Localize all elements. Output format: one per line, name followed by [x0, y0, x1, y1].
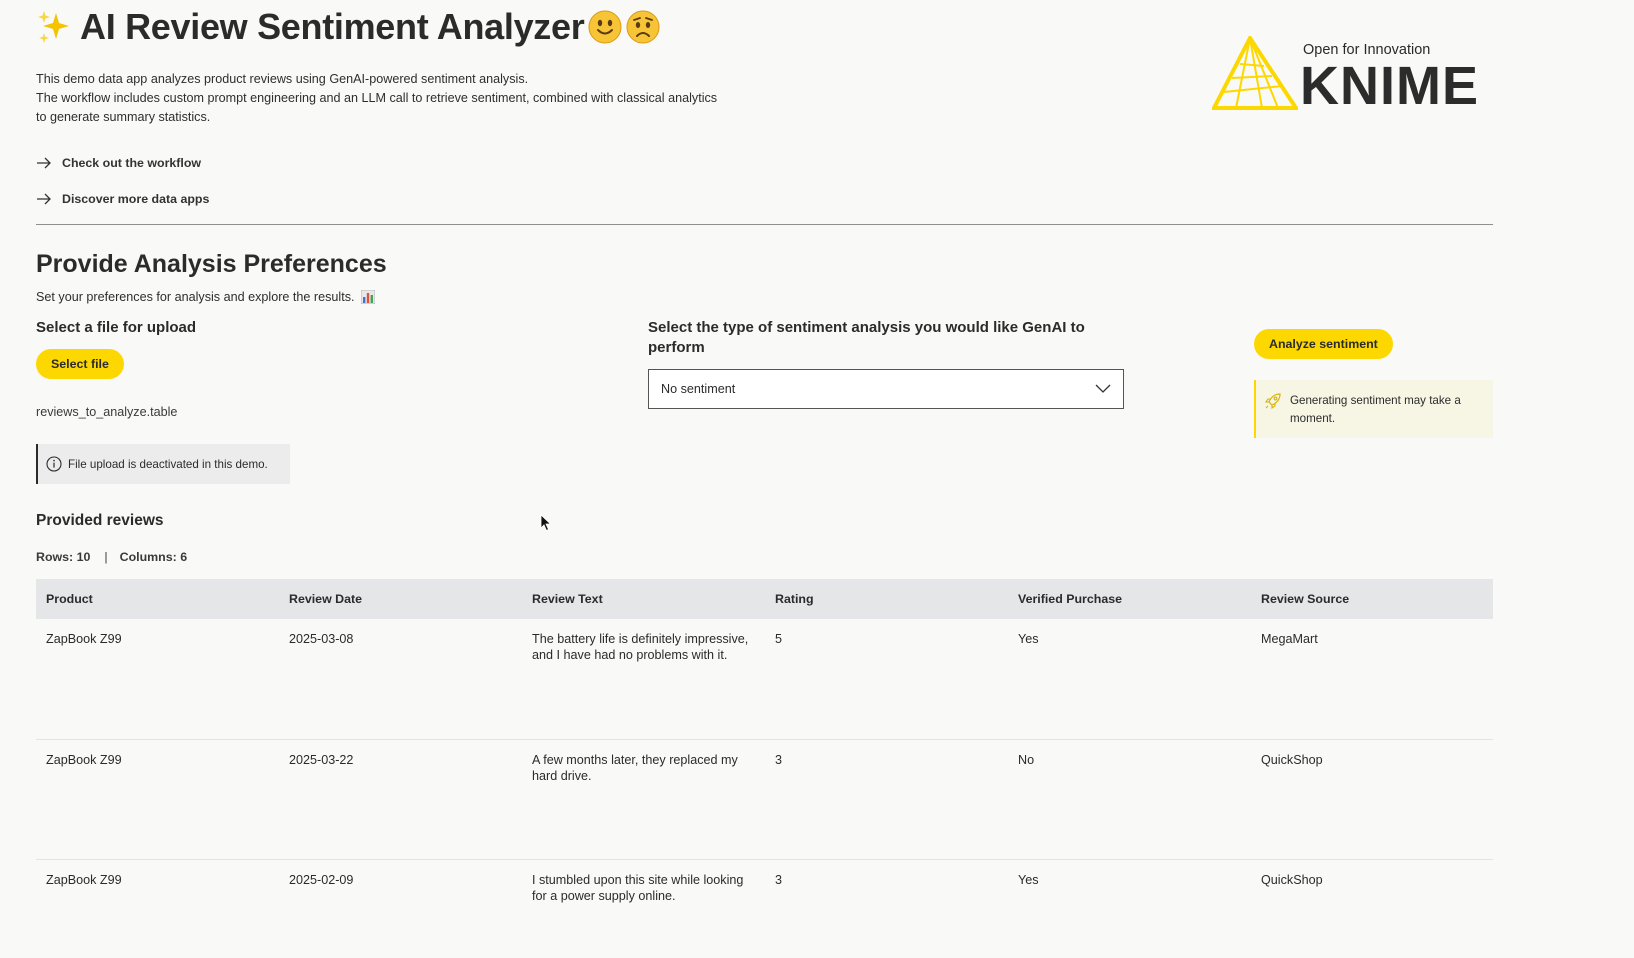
worried-face-icon — [626, 10, 660, 44]
analyze-sentiment-button[interactable]: Analyze sentiment — [1254, 329, 1393, 359]
table-row: ZapBook Z99 2025-02-09 I stumbled upon t… — [36, 859, 1493, 958]
divider — [36, 224, 1493, 225]
chevron-down-icon — [1095, 384, 1111, 393]
column-header-review-source[interactable]: Review Source — [1251, 579, 1493, 619]
app-page: AI Review Sentiment Analyzer This demo d… — [0, 0, 1634, 958]
columns-count: Columns: 6 — [119, 550, 188, 564]
page-title: AI Review Sentiment Analyzer — [80, 6, 585, 47]
intro-line: This demo data app analyzes product revi… — [36, 72, 529, 86]
check-workflow-link[interactable]: Check out the workflow — [36, 156, 201, 170]
rocket-icon — [1264, 393, 1281, 410]
cell-review-source: QuickShop — [1251, 859, 1493, 958]
column-header-review-text[interactable]: Review Text — [522, 579, 765, 619]
cell-rating: 3 — [765, 739, 1008, 860]
discover-apps-link[interactable]: Discover more data apps — [36, 192, 209, 206]
cell-product: ZapBook Z99 — [36, 739, 279, 860]
cell-review-text: The battery life is definitely impressiv… — [522, 619, 765, 740]
table-header-row: Product Review Date Review Text Rating V… — [36, 579, 1493, 619]
cell-verified-purchase: No — [1008, 739, 1251, 860]
info-circle-icon — [46, 456, 62, 472]
cell-verified-purchase: Yes — [1008, 859, 1251, 958]
cell-review-date: 2025-03-08 — [279, 619, 522, 740]
cell-rating: 3 — [765, 859, 1008, 958]
cell-review-source: MegaMart — [1251, 619, 1493, 740]
table-row: ZapBook Z99 2025-03-22 A few months late… — [36, 739, 1493, 860]
section-subtitle: Set your preferences for analysis and ex… — [36, 290, 375, 304]
cell-product: ZapBook Z99 — [36, 859, 279, 958]
cell-verified-purchase: Yes — [1008, 619, 1251, 740]
column-header-review-date[interactable]: Review Date — [279, 579, 522, 619]
intro-line: The workflow includes custom prompt engi… — [36, 91, 718, 105]
sentiment-type-select[interactable]: No sentiment — [648, 369, 1124, 409]
intro-text: This demo data app analyzes product revi… — [36, 70, 756, 127]
table-row: ZapBook Z99 2025-03-08 The battery life … — [36, 619, 1493, 740]
title-row: AI Review Sentiment Analyzer — [36, 4, 660, 50]
slightly-smiling-face-icon — [588, 10, 622, 44]
reviews-table: Product Review Date Review Text Rating V… — [36, 579, 1493, 958]
upload-info-box: File upload is deactivated in this demo. — [36, 444, 290, 484]
select-file-button[interactable]: Select file — [36, 349, 124, 379]
cell-rating: 5 — [765, 619, 1008, 740]
upload-label: Select a file for upload — [36, 319, 197, 336]
arrow-right-icon — [37, 157, 51, 169]
subtitle-text: Set your preferences for analysis and ex… — [36, 290, 355, 304]
column-header-rating[interactable]: Rating — [765, 579, 1008, 619]
cell-product: ZapBook Z99 — [36, 619, 279, 740]
section-title: Provide Analysis Preferences — [36, 250, 387, 278]
column-header-verified-purchase[interactable]: Verified Purchase — [1008, 579, 1251, 619]
knime-triangle-logo-icon — [1212, 36, 1298, 110]
link-label: Discover more data apps — [62, 192, 210, 206]
upload-info-text: File upload is deactivated in this demo. — [68, 457, 268, 471]
file-name: reviews_to_analyze.table — [36, 405, 178, 419]
cell-review-date: 2025-03-22 — [279, 739, 522, 860]
logo-wordmark: KNIME — [1300, 56, 1479, 116]
column-header-product[interactable]: Product — [36, 579, 279, 619]
arrow-right-icon — [37, 193, 51, 205]
mouse-pointer-icon — [540, 514, 552, 532]
bar-chart-icon — [360, 290, 375, 304]
knime-logo: Open for Innovation KNIME — [1212, 36, 1488, 116]
sentiment-selected-value: No sentiment — [661, 382, 736, 396]
reviews-title: Provided reviews — [36, 512, 164, 529]
cell-review-date: 2025-02-09 — [279, 859, 522, 958]
cell-review-text: I stumbled upon this site while looking … — [522, 859, 765, 958]
table-meta: Rows: 10 | Columns: 6 — [36, 550, 188, 564]
cell-review-source: QuickShop — [1251, 739, 1493, 860]
link-label: Check out the workflow — [62, 156, 202, 170]
intro-line: to generate summary statistics. — [36, 110, 211, 124]
sparkles-icon — [38, 11, 69, 43]
rows-count: Rows: 10 — [36, 550, 91, 564]
processing-notice: Generating sentiment may take a moment. — [1254, 380, 1493, 438]
notice-text: Generating sentiment may take a moment. — [1290, 394, 1461, 425]
cell-review-text: A few months later, they replaced my har… — [522, 739, 765, 860]
sentiment-type-label: Select the type of sentiment analysis yo… — [648, 319, 1085, 356]
